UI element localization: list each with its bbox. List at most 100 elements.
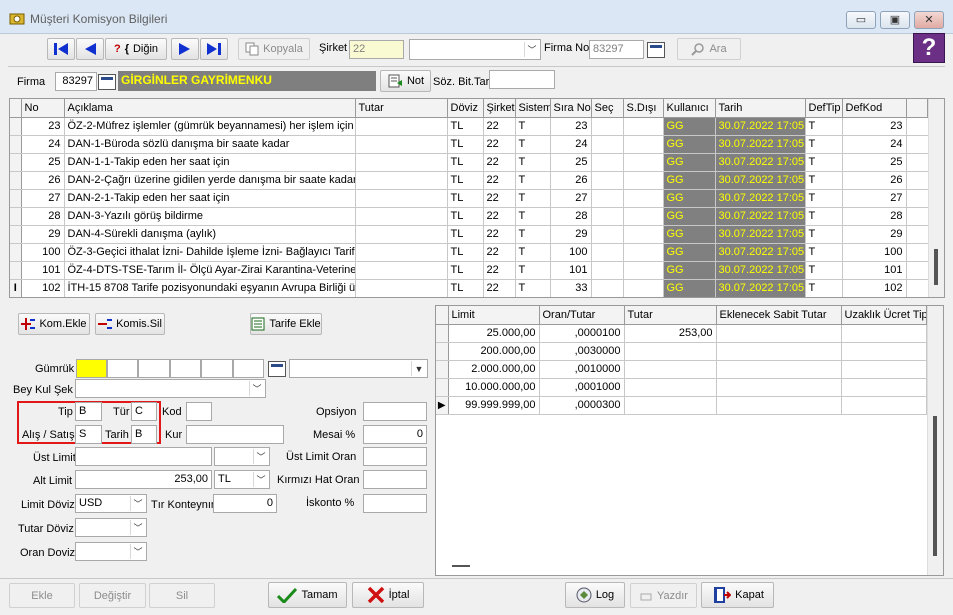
row-indicator[interactable] xyxy=(10,153,22,172)
row-indicator[interactable] xyxy=(436,360,449,379)
table-row[interactable]: 10.000.000,00,0001000 xyxy=(436,378,927,397)
bey-kul-combo[interactable]: ﹀ xyxy=(75,379,266,398)
column-header[interactable]: S.Dışı xyxy=(623,99,664,118)
column-header[interactable]: Limit xyxy=(448,306,540,325)
gumruk-code-3[interactable] xyxy=(138,359,170,378)
table-row[interactable]: 101 ÖZ-4-DTS-TSE-Tarım İl- Ölçü Ayar-Zira… xyxy=(10,261,928,280)
prev-record-button[interactable] xyxy=(76,38,104,60)
iptal-button[interactable]: İptal xyxy=(352,582,424,608)
column-header[interactable]: Sistem xyxy=(515,99,551,118)
next-record-button[interactable] xyxy=(171,38,199,60)
column-header[interactable]: Tutar xyxy=(624,306,717,325)
column-header[interactable]: Eklenecek Sabit Tutar xyxy=(716,306,842,325)
ust-limit-oran-input[interactable] xyxy=(363,447,427,466)
column-header[interactable]: Kullanıcı xyxy=(663,99,716,118)
kur-input[interactable] xyxy=(186,425,284,444)
yazdir-button[interactable]: Yazdır xyxy=(630,583,697,608)
kapat-button[interactable]: Kapat xyxy=(701,582,774,608)
gumruk-code-4[interactable] xyxy=(170,359,201,378)
row-indicator[interactable]: ▶ xyxy=(436,396,449,415)
row-indicator[interactable] xyxy=(10,207,22,226)
gumruk-code-5[interactable] xyxy=(201,359,233,378)
komis-sil-button[interactable]: Komis.Sil xyxy=(95,313,165,335)
degistir-button[interactable]: Değiştir xyxy=(79,583,146,608)
gumruk-code-2[interactable] xyxy=(107,359,138,378)
vertical-scrollbar[interactable] xyxy=(927,306,943,575)
log-button[interactable]: Log xyxy=(565,582,625,608)
iskonto-input[interactable] xyxy=(363,494,427,513)
table-row[interactable]: I 102 İTH-15 8708 Tarife pozisyonundaki eş… xyxy=(10,279,928,297)
help-button[interactable]: ? xyxy=(913,33,945,63)
limit-doviz-combo[interactable]: USD ﹀ xyxy=(75,494,147,513)
tutar-doviz-combo[interactable]: ﹀ xyxy=(75,518,147,537)
column-header[interactable]: Seç xyxy=(591,99,624,118)
vertical-scrollbar[interactable] xyxy=(928,99,944,297)
column-header[interactable]: DefTip xyxy=(805,99,843,118)
row-indicator[interactable] xyxy=(10,189,22,208)
tamam-button[interactable]: Tamam xyxy=(268,582,347,608)
soz-bit-tar-input[interactable] xyxy=(489,70,555,89)
column-header[interactable]: DefKod xyxy=(842,99,907,118)
alt-limit-currency[interactable]: TL ﹀ xyxy=(214,470,270,489)
sirket-input[interactable]: 22 xyxy=(349,40,404,59)
row-indicator[interactable] xyxy=(436,342,449,361)
firma-code-input[interactable]: 83297 xyxy=(55,72,97,91)
gumruk-code-6[interactable] xyxy=(233,359,264,378)
ust-limit-currency[interactable]: ﹀ xyxy=(214,447,270,466)
tir-konteynir-input[interactable]: 0 xyxy=(213,494,277,513)
sirket-combo[interactable]: ﹀ xyxy=(409,39,541,60)
calculator-icon[interactable] xyxy=(98,74,116,90)
row-indicator[interactable] xyxy=(10,225,22,244)
gumruk-combo[interactable]: ▼ xyxy=(289,359,428,378)
first-record-button[interactable] xyxy=(47,38,75,60)
horizontal-scrollbar-thumb[interactable] xyxy=(452,565,470,567)
oran-doviz-combo[interactable]: ﹀ xyxy=(75,542,147,561)
column-header[interactable]: Şirket xyxy=(483,99,516,118)
gumruk-code-1[interactable] xyxy=(76,359,107,378)
mesai-input[interactable]: 0 xyxy=(363,425,427,444)
maximize-button[interactable]: ▣ xyxy=(880,11,910,29)
row-indicator[interactable] xyxy=(10,171,22,190)
table-row[interactable]: 200.000,00,0030000 xyxy=(436,342,927,361)
tarife-ekle-button[interactable]: Tarife Ekle xyxy=(250,313,322,335)
firma-no-input[interactable]: 83297 xyxy=(589,40,644,59)
table-row[interactable]: 25.000,00,0000100 253,00 xyxy=(436,324,927,343)
kirmizi-hat-input[interactable] xyxy=(363,470,427,489)
table-row[interactable]: 24 DAN-1-Büroda sözlü danışma bir saate k… xyxy=(10,135,928,154)
copy-button[interactable]: Kopyala xyxy=(238,38,310,60)
tip-input[interactable]: B xyxy=(75,402,102,421)
alt-limit-input[interactable]: 253,00 xyxy=(75,470,212,489)
opsiyon-input[interactable] xyxy=(363,402,427,421)
row-indicator[interactable] xyxy=(10,243,22,262)
table-row[interactable]: 23 ÖZ-2-Müfrez işlemler (gümrük beyanname… xyxy=(10,117,928,136)
scrollbar-thumb[interactable] xyxy=(933,416,937,556)
column-header[interactable]: Uzaklık Ücret Tip xyxy=(841,306,927,325)
search-button[interactable]: Ara xyxy=(677,38,741,60)
ekle-button[interactable]: Ekle xyxy=(9,583,75,608)
table-row[interactable]: 28 DAN-3-Yazılı görüş bildirme TL 22 T 28 GG 30… xyxy=(10,207,928,226)
row-indicator[interactable]: I xyxy=(10,279,22,297)
last-record-button[interactable] xyxy=(200,38,228,60)
table-row[interactable]: 29 DAN-4-Sürekli danışma (aylık) TL 22 T 29 GG… xyxy=(10,225,928,244)
row-indicator[interactable] xyxy=(10,135,22,154)
row-indicator[interactable] xyxy=(436,378,449,397)
find-button[interactable]: ?{ Diğin xyxy=(105,38,167,60)
tarih-input[interactable]: B xyxy=(131,425,157,444)
column-header[interactable]: Sıra No xyxy=(550,99,592,118)
scrollbar-thumb[interactable] xyxy=(934,249,938,285)
close-button[interactable]: ✕ xyxy=(914,11,944,29)
table-row[interactable]: ▶ 99.999.999,00,0000300 xyxy=(436,396,927,415)
sil-button[interactable]: Sil xyxy=(149,583,215,608)
alis-satis-input[interactable]: S xyxy=(75,425,102,444)
column-header[interactable]: Açıklama xyxy=(64,99,356,118)
table-row[interactable]: 100 ÖZ-3-Geçici ithalat İzni- Dahilde İşl… xyxy=(10,243,928,262)
calculator-icon[interactable] xyxy=(268,361,286,377)
minimize-button[interactable]: ▭ xyxy=(846,11,876,29)
row-indicator[interactable] xyxy=(10,261,22,280)
kod-input[interactable] xyxy=(186,402,212,421)
ust-limit-input[interactable] xyxy=(75,447,212,466)
table-row[interactable]: 26 DAN-2-Çağrı üzerine gidilen yerde danı… xyxy=(10,171,928,190)
column-header[interactable]: No xyxy=(21,99,65,118)
row-indicator[interactable] xyxy=(436,324,449,343)
table-row[interactable]: 27 DAN-2-1-Takip eden her saat için TL 22 T 2… xyxy=(10,189,928,208)
